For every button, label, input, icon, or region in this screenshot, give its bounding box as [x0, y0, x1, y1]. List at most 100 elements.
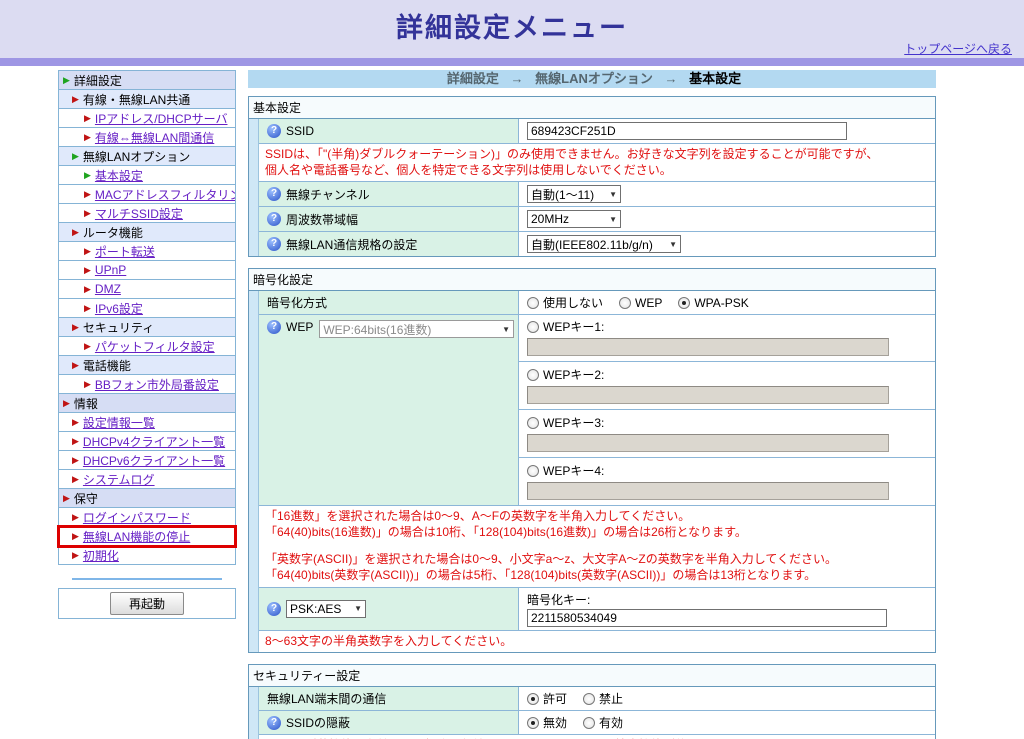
sidebar-item-router-function: ▶ ルータ機能 [59, 223, 235, 242]
encryption-key-warning: 8～63文字の半角英数字を入力してください。 [259, 630, 935, 653]
sidebar-item-label: ポート転送 [94, 244, 155, 259]
tree-arrow-icon: ▶ [72, 454, 79, 465]
sidebar-item-login-password[interactable]: ▶ ログインパスワード [59, 508, 235, 527]
wep-key-3-radio[interactable]: WEPキー3: [527, 414, 604, 431]
help-icon[interactable]: ? [267, 601, 281, 616]
wep-key-4-radio[interactable]: WEPキー4: [527, 462, 604, 479]
sidebar-item-initialization[interactable]: ▶ 初期化 [59, 546, 235, 565]
ssid-hide-label: SSIDの隠蔽 [286, 716, 351, 731]
wep-key-1-radio[interactable]: WEPキー1: [527, 318, 604, 335]
psk-label-cell: ? PSK:AES ▼ [259, 587, 519, 630]
encryption-method-label-cell: 暗号化方式 [259, 291, 519, 315]
tree-arrow-icon: ▶ [72, 473, 79, 484]
ssid-hide-enable-radio[interactable]: 有効 [583, 714, 623, 731]
help-icon[interactable]: ? [267, 237, 281, 252]
psk-type-select[interactable]: PSK:AES ▼ [286, 599, 366, 618]
sidebar-item-label: ログインパスワード [82, 510, 191, 525]
ssid-hide-warning: SSIDの隠蔽機能を有効にした場合、無線LANユーティリティでは検索機能が使用で… [259, 735, 935, 739]
encryption-none-radio[interactable]: 使用しない [527, 294, 603, 311]
tree-arrow-icon: ▶ [72, 93, 79, 104]
sidebar-item-label: マルチSSID設定 [94, 206, 183, 221]
sidebar-item-upnp[interactable]: ▶ UPnP [59, 261, 235, 280]
bandwidth-select[interactable]: 20MHz ▼ [527, 210, 621, 229]
sidebar-item-advanced-settings: ▶ 詳細設定 [59, 71, 235, 90]
wep-label: WEP [286, 320, 314, 335]
sidebar-item-label: IPv6設定 [94, 301, 143, 316]
bandwidth-label: 周波数帯域幅 [286, 212, 359, 227]
radio-unchecked-icon [619, 296, 632, 309]
tree-arrow-icon: ▶ [84, 169, 91, 180]
sidebar-item-system-log[interactable]: ▶ システムログ [59, 470, 235, 489]
ssid-hide-disable-radio[interactable]: 無効 [527, 714, 567, 731]
sidebar-item-label: IPアドレス/DHCPサーバ [94, 111, 228, 126]
terminal-comm-label: 無線LAN端末間の通信 [267, 692, 387, 707]
sidebar-item-label: DHCPv6クライアント一覧 [82, 453, 226, 468]
sidebar-item-label: パケットフィルタ設定 [94, 339, 215, 354]
sidebar-item-packet-filter-settings[interactable]: ▶ パケットフィルタ設定 [59, 337, 235, 356]
sidebar-item-phone-function: ▶ 電話機能 [59, 356, 235, 375]
radio-unchecked-icon [527, 368, 539, 381]
sidebar-item-wireless-lan-stop[interactable]: ▶ 無線LAN機能の停止 [57, 525, 237, 548]
sidebar-item-label: MACアドレスフィルタリング [94, 187, 235, 202]
top-page-link[interactable]: トップページへ戻る [904, 40, 1012, 57]
sidebar-item-mac-address-filtering[interactable]: ▶ MACアドレスフィルタリング [59, 185, 235, 204]
sidebar-item-label: 設定情報一覧 [82, 415, 155, 430]
tree-arrow-icon: ▶ [72, 359, 79, 370]
ssid-label-cell: ? SSID [259, 119, 519, 143]
security-section-title: セキュリティー設定 [249, 665, 935, 688]
sidebar-item-wired-wireless-bridge[interactable]: ▶ 有線⇔無線LAN間通信 [59, 128, 235, 147]
ssid-hide-label-cell: ? SSIDの隠蔽 [259, 711, 519, 735]
encryption-wep-radio[interactable]: WEP [619, 296, 662, 310]
tree-arrow-icon: ▶ [84, 340, 91, 351]
page-title: 詳細設定メニュー [396, 13, 628, 43]
ssid-input[interactable] [527, 122, 847, 140]
sidebar-item-dmz[interactable]: ▶ DMZ [59, 280, 235, 299]
dropdown-arrow-icon: ▼ [669, 239, 677, 249]
terminal-allow-radio[interactable]: 許可 [527, 690, 567, 707]
sidebar-item-label: 基本設定 [94, 168, 143, 183]
help-icon[interactable]: ? [267, 187, 281, 202]
tree-arrow-icon: ▶ [63, 74, 70, 85]
radio-unchecked-icon [527, 464, 539, 477]
tree-arrow-icon: ▶ [72, 416, 79, 427]
tree-arrow-icon: ▶ [84, 112, 91, 123]
channel-select[interactable]: 自動(1～11) ▼ [527, 185, 621, 204]
wep-key-2-radio[interactable]: WEPキー2: [527, 366, 604, 383]
tree-arrow-icon: ▶ [72, 226, 79, 237]
basic-settings-section: 基本設定 ? SSID 689423CF251D SSIDは、「"(半角)ダブル… [248, 96, 936, 258]
sidebar-item-label: 情報 [73, 396, 98, 411]
sidebar-item-multi-ssid-settings[interactable]: ▶ マルチSSID設定 [59, 204, 235, 223]
sidebar-item-label: 電話機能 [82, 358, 131, 373]
standard-label: 無線LAN通信規格の設定 [286, 237, 418, 252]
sidebar-menu-tree: ▶ 詳細設定 ▶ 有線・無線LAN共通 ▶ IPアドレス/DHCPサーバ ▶ 有… [57, 70, 237, 565]
dropdown-arrow-icon: ▼ [502, 324, 510, 334]
channel-label-cell: ? 無線チャンネル [259, 182, 519, 207]
sidebar-item-settings-info-list[interactable]: ▶ 設定情報一覧 [59, 413, 235, 432]
radio-checked-icon [678, 296, 691, 309]
sidebar-item-label: 詳細設定 [73, 73, 122, 88]
wep-key-format-warning: 「16進数」を選択された場合は0～9、A～Fの英数字を半角入力してください。 「… [259, 506, 935, 588]
sidebar-item-bb-phone-area-code[interactable]: ▶ BBフォン市外局番設定 [59, 375, 235, 394]
help-icon[interactable]: ? [267, 212, 281, 227]
restart-button[interactable]: 再起動 [109, 592, 184, 615]
help-icon[interactable]: ? [267, 715, 281, 730]
help-icon[interactable]: ? [267, 124, 281, 138]
sidebar-nav: ▶ 詳細設定 ▶ 有線・無線LAN共通 ▶ IPアドレス/DHCPサーバ ▶ 有… [57, 70, 237, 619]
sidebar-item-dhcpv4-client-list[interactable]: ▶ DHCPv4クライアント一覧 [59, 432, 235, 451]
wep-key-3-input [527, 434, 889, 453]
sidebar-item-security: ▶ セキュリティ [59, 318, 235, 337]
help-icon[interactable]: ? [267, 320, 281, 335]
terminal-deny-radio[interactable]: 禁止 [583, 690, 623, 707]
sidebar-item-label: 無線LANオプション [82, 149, 191, 164]
sidebar-item-ipv6-settings[interactable]: ▶ IPv6設定 [59, 299, 235, 318]
restart-button-container: 再起動 [58, 588, 236, 619]
encryption-wpa-psk-radio[interactable]: WPA-PSK [678, 296, 749, 310]
standard-select[interactable]: 自動(IEEE802.11b/g/n) ▼ [527, 235, 681, 254]
sidebar-item-dhcpv6-client-list[interactable]: ▶ DHCPv6クライアント一覧 [59, 451, 235, 470]
sidebar-item-ip-address-dhcp-server[interactable]: ▶ IPアドレス/DHCPサーバ [59, 109, 235, 128]
sidebar-item-label: 有線・無線LAN共通 [82, 92, 191, 107]
encryption-key-input[interactable] [527, 608, 887, 627]
sidebar-item-port-forwarding[interactable]: ▶ ポート転送 [59, 242, 235, 261]
page-header: 詳細設定メニュー トップページへ戻る [0, 0, 1024, 58]
sidebar-item-basic-settings[interactable]: ▶ 基本設定 [59, 166, 235, 185]
